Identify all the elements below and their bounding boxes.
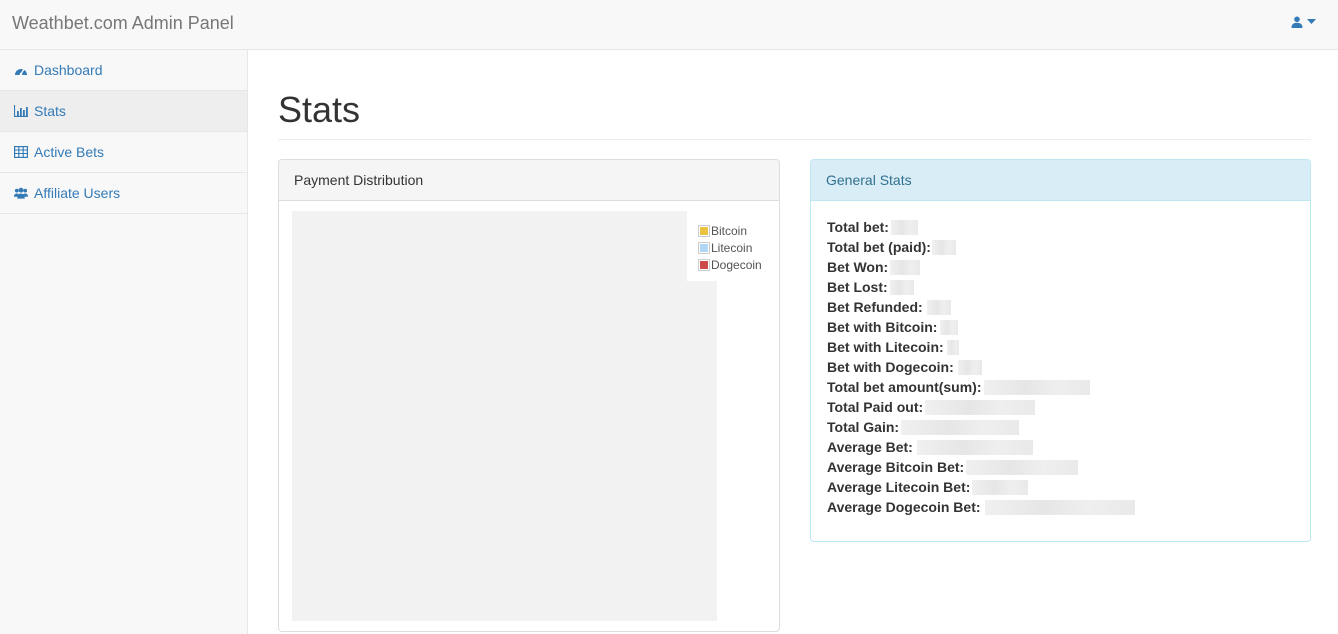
sidebar-item-label: Dashboard	[34, 62, 103, 78]
redacted-value	[966, 459, 1079, 475]
redacted-value	[940, 319, 959, 335]
stat-bet-with-litecoin: Bet with Litecoin:	[827, 337, 1295, 357]
bar-chart-icon	[14, 104, 28, 118]
stat-bet-refunded: Bet Refunded:	[827, 297, 1295, 317]
general-stats-panel: General Stats Total bet: Total bet (paid…	[810, 159, 1311, 542]
redacted-value	[946, 339, 959, 355]
table-icon	[14, 145, 28, 159]
sidebar-item-affiliate-users[interactable]: Affiliate Users	[0, 173, 247, 214]
stat-bet-with-dogecoin: Bet with Dogecoin:	[827, 357, 1295, 377]
stat-label: Total Gain:	[827, 419, 900, 435]
stat-total-bet: Total bet:	[827, 217, 1295, 237]
stat-average-dogecoin-bet: Average Dogecoin Bet:	[827, 497, 1295, 517]
redacted-value	[889, 279, 914, 295]
panel-heading: Payment Distribution	[279, 160, 779, 201]
stat-label: Average Litecoin Bet:	[827, 479, 971, 495]
redacted-value	[901, 419, 1020, 435]
legend-item-litecoin: Litecoin	[698, 239, 762, 256]
redacted-value	[957, 359, 982, 375]
redacted-value	[983, 379, 1090, 395]
redacted-value	[925, 399, 1036, 415]
legend-swatch	[698, 258, 710, 271]
redacted-value	[890, 219, 918, 235]
stat-label: Average Bet:	[827, 439, 913, 455]
stat-average-bet: Average Bet:	[827, 437, 1295, 457]
redacted-value	[916, 439, 1033, 455]
stat-total-bet-amount: Total bet amount(sum):	[827, 377, 1295, 397]
top-navbar: Weathbet.com Admin Panel	[0, 0, 1338, 50]
stat-bet-won: Bet Won:	[827, 257, 1295, 277]
redacted-value	[890, 259, 921, 275]
stat-label: Total bet amount(sum):	[827, 379, 982, 395]
user-icon	[1291, 16, 1303, 28]
payment-distribution-panel: Payment Distribution Bitcoin Litecoin Do…	[278, 159, 780, 632]
caret-down-icon	[1307, 19, 1316, 25]
stat-label: Bet Won:	[827, 259, 889, 275]
legend-item-dogecoin: Dogecoin	[698, 256, 762, 273]
stat-label: Total Paid out:	[827, 399, 924, 415]
sidebar-item-active-bets[interactable]: Active Bets	[0, 132, 247, 173]
legend-label: Bitcoin	[711, 223, 748, 238]
brand-title[interactable]: Weathbet.com Admin Panel	[12, 13, 234, 34]
redacted-value	[972, 479, 1029, 495]
stat-label: Average Dogecoin Bet:	[827, 499, 981, 515]
users-icon	[14, 186, 28, 200]
sidebar-item-stats[interactable]: Stats	[0, 91, 247, 132]
chart-legend: Bitcoin Litecoin Dogecoin	[698, 222, 762, 273]
stats-list: Total bet: Total bet (paid): Bet Won: Be…	[811, 201, 1310, 517]
stat-bet-lost: Bet Lost:	[827, 277, 1295, 297]
sidebar-item-label: Affiliate Users	[34, 185, 121, 201]
redacted-value	[984, 499, 1135, 515]
stat-average-litecoin-bet: Average Litecoin Bet:	[827, 477, 1295, 497]
sidebar-item-label: Active Bets	[34, 144, 105, 160]
stat-total-gain: Total Gain:	[827, 417, 1295, 437]
sidebar-item-dashboard[interactable]: Dashboard	[0, 50, 247, 91]
stat-label: Bet with Bitcoin:	[827, 319, 938, 335]
sidebar: Dashboard Stats Active Bets Affiliate Us…	[0, 50, 248, 634]
redacted-value	[931, 239, 956, 255]
stat-total-bet-paid: Total bet (paid):	[827, 237, 1295, 257]
stat-bet-with-bitcoin: Bet with Bitcoin:	[827, 317, 1295, 337]
user-menu-toggle[interactable]	[1291, 16, 1316, 28]
legend-label: Litecoin	[711, 240, 753, 255]
stat-label: Bet with Dogecoin:	[827, 359, 954, 375]
page-title: Stats	[278, 90, 1311, 140]
stat-label: Total bet:	[827, 219, 889, 235]
pie-chart-placeholder	[292, 211, 717, 621]
legend-swatch	[698, 224, 710, 237]
stat-label: Average Bitcoin Bet:	[827, 459, 965, 475]
legend-item-bitcoin: Bitcoin	[698, 222, 762, 239]
main-content: Stats	[278, 50, 1311, 140]
stat-label: Bet with Litecoin:	[827, 339, 944, 355]
stat-label: Bet Lost:	[827, 279, 888, 295]
sidebar-item-label: Stats	[34, 103, 66, 119]
stat-label: Bet Refunded:	[827, 299, 923, 315]
dashboard-icon	[14, 63, 28, 77]
stat-average-bitcoin-bet: Average Bitcoin Bet:	[827, 457, 1295, 477]
redacted-value	[926, 299, 951, 315]
stat-total-paid-out: Total Paid out:	[827, 397, 1295, 417]
legend-swatch	[698, 241, 710, 254]
legend-label: Dogecoin	[711, 257, 762, 272]
panel-heading: General Stats	[811, 160, 1310, 201]
stat-label: Total bet (paid):	[827, 239, 931, 255]
